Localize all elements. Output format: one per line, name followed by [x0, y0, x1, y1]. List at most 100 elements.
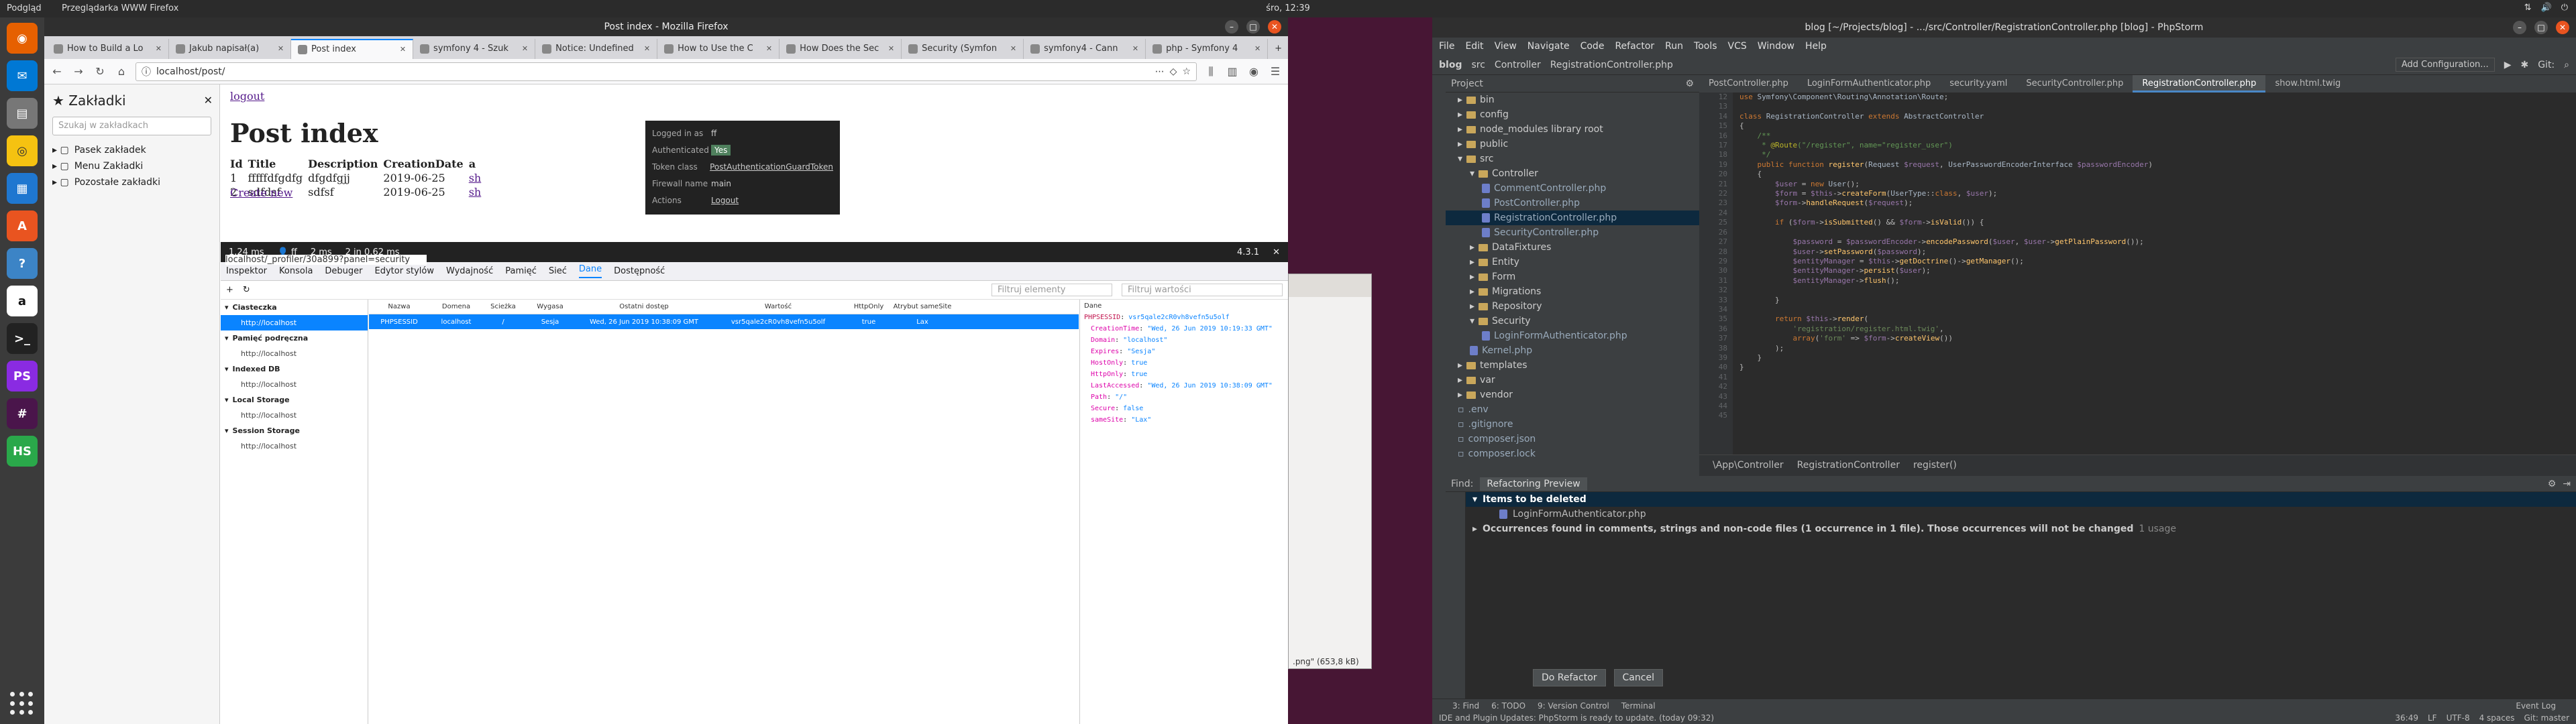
- devtools-tab[interactable]: Inspektor: [226, 266, 267, 276]
- page-actions-icon[interactable]: ⋯: [1155, 66, 1165, 77]
- chevron-icon[interactable]: ▸: [1470, 272, 1474, 282]
- close-icon[interactable]: ✕: [1132, 39, 1138, 59]
- column-header[interactable]: Ścieżka: [483, 303, 523, 310]
- encoding[interactable]: UTF-8: [2447, 713, 2470, 723]
- minimize-icon[interactable]: –: [2513, 21, 2526, 34]
- debug-icon[interactable]: ✱: [2520, 60, 2528, 70]
- close-icon[interactable]: ✕: [1273, 247, 1280, 257]
- tree-item[interactable]: ▾ Security: [1446, 314, 1699, 328]
- close-icon[interactable]: ✕: [400, 40, 406, 59]
- close-icon[interactable]: ✕: [2556, 21, 2569, 34]
- indent[interactable]: 4 spaces: [2479, 713, 2515, 723]
- chevron-icon[interactable]: ▾: [1458, 154, 1462, 164]
- menu-item[interactable]: Tools: [1694, 41, 1717, 52]
- browser-tab[interactable]: php - Symfony 4 ✕: [1146, 39, 1269, 59]
- tree-item[interactable]: ▫ composer.lock: [1446, 446, 1699, 461]
- files-icon[interactable]: ▤: [7, 98, 38, 129]
- git-branch[interactable]: Git: master: [2524, 713, 2569, 723]
- close-icon[interactable]: ✕: [522, 39, 528, 59]
- column-header[interactable]: Nazwa: [369, 303, 429, 310]
- cancel-button[interactable]: Cancel: [1613, 669, 1663, 686]
- phpstorm-icon[interactable]: PS: [7, 361, 38, 391]
- list-item[interactable]: LoginFormAuthenticator.php: [1466, 507, 2576, 522]
- chevron-icon[interactable]: ▸: [1470, 242, 1474, 253]
- create-new-link[interactable]: Create new: [230, 186, 292, 199]
- breadcrumb-item[interactable]: register(): [1913, 460, 1957, 471]
- devtools-tab[interactable]: Dostępność: [614, 266, 665, 276]
- chevron-down-icon[interactable]: ▾: [1472, 494, 1477, 505]
- tree-item[interactable]: LoginFormAuthenticator.php: [1446, 328, 1699, 343]
- tree-group[interactable]: ▾ Local Storage: [221, 392, 368, 408]
- close-icon[interactable]: ✕: [644, 39, 650, 59]
- browser-tab[interactable]: Post index ✕: [291, 39, 414, 59]
- chevron-down-icon[interactable]: ▾: [225, 365, 229, 373]
- browser-tab[interactable]: Jakub napisał(a) ✕: [169, 39, 292, 59]
- chevron-icon[interactable]: ▸: [1470, 257, 1474, 267]
- tree-item[interactable]: SecurityController.php: [1446, 225, 1699, 240]
- show-link[interactable]: sh: [469, 171, 487, 185]
- tree-item[interactable]: PostController.php: [1446, 196, 1699, 210]
- list-item[interactable]: ▸ Occurrences found in comments, strings …: [1466, 522, 2576, 536]
- tree-item[interactable]: ▸ Entity: [1446, 255, 1699, 269]
- maximize-icon[interactable]: □: [2534, 21, 2548, 34]
- tree-item[interactable]: http://localhost: [221, 377, 368, 392]
- help-icon[interactable]: ?: [7, 248, 38, 279]
- browser-tab[interactable]: Notice: Undefined ✕: [535, 39, 658, 59]
- tree-group[interactable]: ▾ Indexed DB: [221, 361, 368, 377]
- editor-tab[interactable]: LoginFormAuthenticator.php: [1798, 75, 1940, 93]
- nav-item[interactable]: blog: [1439, 60, 1462, 70]
- info-icon[interactable]: ⓘ: [142, 65, 151, 78]
- power-icon[interactable]: ⏻: [2561, 3, 2568, 13]
- close-icon[interactable]: ✕: [766, 39, 772, 59]
- menu-item[interactable]: Help: [1805, 41, 1827, 52]
- bookmark-star-icon[interactable]: ☆: [1182, 66, 1191, 77]
- browser-tab[interactable]: How Does the Sec ✕: [780, 39, 902, 59]
- menu-item[interactable]: Navigate: [1527, 41, 1570, 52]
- chevron-icon[interactable]: ▾: [1470, 168, 1474, 179]
- bookmark-folder[interactable]: ▸ ▢ Menu Zakładki: [44, 158, 219, 174]
- menu-item[interactable]: File: [1439, 41, 1454, 52]
- tree-item[interactable]: ▸ config: [1446, 107, 1699, 122]
- tree-item[interactable]: ▫ composer.json: [1446, 432, 1699, 446]
- devtools-tab[interactable]: Sieć: [549, 266, 567, 276]
- tool-window-button[interactable]: 9: Version Control: [1538, 701, 1609, 711]
- close-icon[interactable]: ✕: [278, 39, 284, 59]
- menu-item[interactable]: Window: [1758, 41, 1794, 52]
- menu-item[interactable]: VCS: [1728, 41, 1747, 52]
- bookmark-folder[interactable]: ▸ ▢ Pasek zakładek: [44, 142, 219, 158]
- tree-item[interactable]: ▫ .env: [1446, 402, 1699, 417]
- tree-item[interactable]: http://localhost: [221, 315, 368, 330]
- editor-tab[interactable]: security.yaml: [1940, 75, 2017, 93]
- rhythmbox-icon[interactable]: ◎: [7, 135, 38, 166]
- close-icon[interactable]: ✕: [1268, 20, 1281, 34]
- tree-item[interactable]: RegistrationController.php: [1446, 210, 1699, 225]
- column-header[interactable]: HttpOnly: [845, 303, 892, 310]
- maximize-icon[interactable]: □: [1246, 20, 1260, 34]
- devtools-tab[interactable]: Edytor stylów: [375, 266, 434, 276]
- refactoring-preview-tab[interactable]: Refactoring Preview: [1480, 477, 1587, 491]
- tree-group[interactable]: ▾ Session Storage: [221, 423, 368, 438]
- table-row[interactable]: PHPSESSID localhost / Sesja Wed, 26 Jun 2019…: [369, 314, 1079, 329]
- refresh-icon[interactable]: ↻: [243, 285, 250, 295]
- tree-item[interactable]: ▸ templates: [1446, 358, 1699, 373]
- status-message[interactable]: IDE and Plugin Updates: PhpStorm is read…: [1439, 713, 1714, 723]
- chevron-icon[interactable]: ▸: [1458, 95, 1462, 105]
- new-tab-icon[interactable]: +: [1268, 39, 1288, 59]
- sidebar-title[interactable]: Zakładki: [68, 93, 125, 109]
- cursor-position[interactable]: 36:49: [2395, 713, 2418, 723]
- chevron-icon[interactable]: ▸: [1458, 389, 1462, 400]
- editor-tab[interactable]: SecurityController.php: [2017, 75, 2133, 93]
- writer-icon[interactable]: ▦: [7, 173, 38, 204]
- menu-item[interactable]: Edit: [1465, 41, 1483, 52]
- thunderbird-icon[interactable]: ✉: [7, 60, 38, 91]
- devtools-tab[interactable]: Debuger: [325, 266, 362, 276]
- column-header[interactable]: Domena: [429, 303, 483, 310]
- show-apps-icon[interactable]: [10, 692, 34, 716]
- tree-item[interactable]: ▾ Controller: [1446, 166, 1699, 181]
- close-icon[interactable]: ✕: [1010, 39, 1016, 59]
- browser-tab[interactable]: How to Build a Lo ✕: [47, 39, 170, 59]
- chevron-icon[interactable]: ▸: [1470, 301, 1474, 312]
- forward-icon[interactable]: →: [71, 65, 86, 78]
- tree-item[interactable]: http://localhost: [221, 346, 368, 361]
- code-area[interactable]: use Symfony\Component\Routing\Annotation…: [1739, 93, 2153, 373]
